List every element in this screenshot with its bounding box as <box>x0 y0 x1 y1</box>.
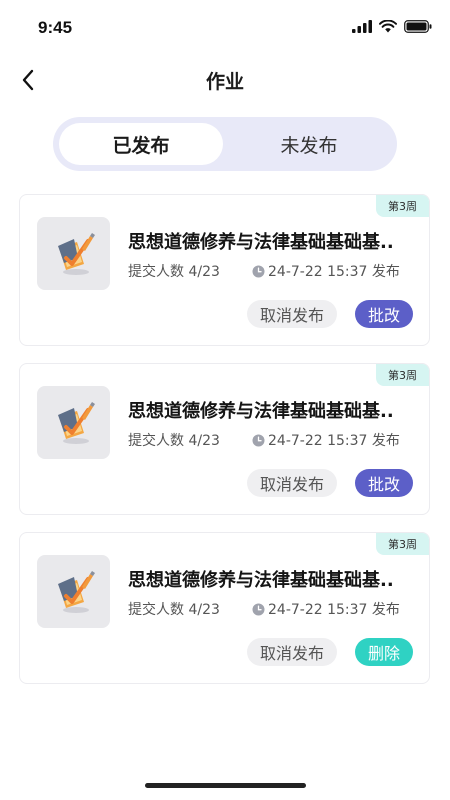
homework-thumbnail <box>37 386 110 459</box>
pencil-paper-icon <box>57 401 95 444</box>
homework-thumbnail <box>37 217 110 290</box>
battery-icon <box>404 20 432 33</box>
week-badge: 第3周 <box>376 195 429 217</box>
homework-card[interactable]: 第3周 思想道德修养与法律基础基础基.. 提交人数 4/23 24-7-22 1… <box>19 532 430 684</box>
grade-button[interactable]: 批改 <box>355 469 413 497</box>
homework-thumbnail <box>37 555 110 628</box>
status-icons <box>352 20 432 33</box>
pencil-paper-icon <box>57 232 95 275</box>
publish-time: 24-7-22 15:37 发布 <box>252 599 400 619</box>
week-badge: 第3周 <box>376 364 429 386</box>
status-bar: 9:45 <box>0 0 450 56</box>
cancel-publish-button[interactable]: 取消发布 <box>247 300 337 328</box>
publish-time: 24-7-22 15:37 发布 <box>252 261 400 281</box>
publish-time-text: 24-7-22 15:37 发布 <box>268 433 400 449</box>
page-title: 作业 <box>205 71 244 93</box>
homework-card[interactable]: 第3周 思想道德修养与法律基础基础基.. 提交人数 4/23 24-7-22 1… <box>19 363 430 515</box>
grade-button[interactable]: 批改 <box>355 300 413 328</box>
homework-title: 思想道德修养与法律基础基础基.. <box>128 401 394 422</box>
clock-icon <box>252 603 265 615</box>
publish-time-text: 24-7-22 15:37 发布 <box>268 602 400 618</box>
home-indicator[interactable] <box>145 783 306 788</box>
cancel-publish-button[interactable]: 取消发布 <box>247 638 337 666</box>
submission-count: 提交人数 4/23 <box>128 602 220 618</box>
wifi-icon <box>379 20 397 33</box>
homework-title: 思想道德修养与法律基础基础基.. <box>128 232 394 253</box>
nav-bar: 作业 <box>0 58 450 102</box>
submission-count: 提交人数 4/23 <box>128 264 220 280</box>
week-badge: 第3周 <box>376 533 429 555</box>
submission-count: 提交人数 4/23 <box>128 433 220 449</box>
pencil-paper-icon <box>57 570 95 613</box>
clock-icon <box>252 434 265 446</box>
tab-switcher: 已发布 未发布 <box>53 117 397 171</box>
signal-icon <box>352 20 372 33</box>
tab-unpublished[interactable]: 未发布 <box>227 123 391 165</box>
homework-card[interactable]: 第3周 思想道德修养与法律基础基础基.. 提交人数 4/23 24-7-22 1… <box>19 194 430 346</box>
cancel-publish-button[interactable]: 取消发布 <box>247 469 337 497</box>
clock-icon <box>252 265 265 277</box>
delete-button[interactable]: 删除 <box>355 638 413 666</box>
status-time: 9:45 <box>38 18 73 37</box>
tab-published[interactable]: 已发布 <box>59 123 223 165</box>
homework-title: 思想道德修养与法律基础基础基.. <box>128 570 394 591</box>
publish-time-text: 24-7-22 15:37 发布 <box>268 264 400 280</box>
publish-time: 24-7-22 15:37 发布 <box>252 430 400 450</box>
